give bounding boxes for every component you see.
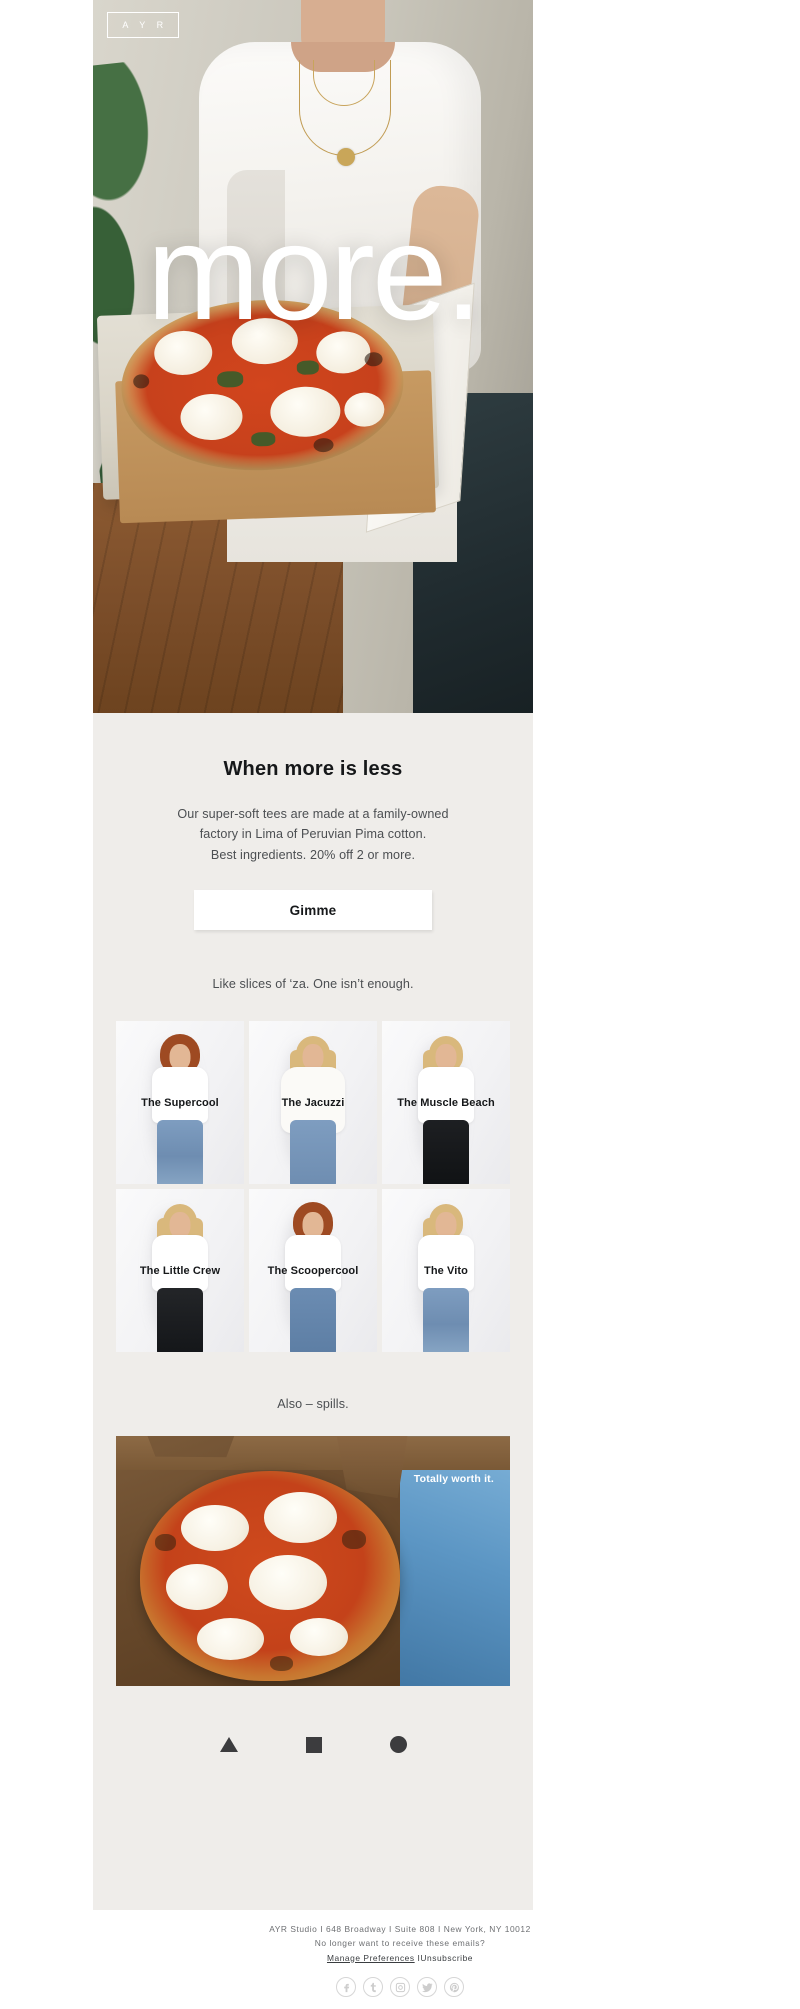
- square-shape-icon[interactable]: [305, 1736, 322, 1753]
- grid-subcopy: Like slices of ‘za. One isn’t enough.: [212, 977, 414, 992]
- unsubscribe-link[interactable]: Unsubscribe: [420, 1953, 473, 1963]
- ayr-logo[interactable]: A Y R: [107, 12, 179, 38]
- pinterest-icon[interactable]: [444, 1977, 464, 1997]
- model-tee: [418, 1067, 474, 1124]
- hero-headline: more.: [146, 196, 483, 348]
- model-tee: [285, 1235, 341, 1292]
- spills-photo[interactable]: Totally worth it.: [116, 1436, 510, 1687]
- model-pendant: [337, 148, 355, 166]
- product-card-supercool[interactable]: The Supercool: [116, 1021, 244, 1185]
- spills-copy: Also – spills.: [277, 1397, 349, 1412]
- cta-container: Gimme: [93, 865, 533, 931]
- footer-links: Manage Preferences IUnsubscribe: [0, 1951, 800, 1965]
- body-copy-line-1: Our super-soft tees are made at a family…: [177, 807, 449, 821]
- footer-optout-question: No longer want to receive these emails?: [314, 1938, 486, 1949]
- model-jeans: [290, 1120, 336, 1185]
- tumblr-icon[interactable]: [363, 1977, 383, 1997]
- product-card-muscle-beach[interactable]: The Muscle Beach: [382, 1021, 510, 1185]
- model-tee: [152, 1235, 208, 1292]
- twitter-icon[interactable]: [417, 1977, 437, 1997]
- product-name: The Muscle Beach: [397, 1096, 495, 1109]
- email-footer: AYR Studio I 648 Broadway I Suite 808 I …: [0, 1909, 800, 2009]
- model-jeans: [423, 1288, 469, 1353]
- product-card-vito[interactable]: The Vito: [382, 1189, 510, 1353]
- triangle-shape-icon[interactable]: [219, 1737, 238, 1753]
- body-copy: Our super-soft tees are made at a family…: [93, 781, 533, 865]
- model-jeans: [157, 1120, 203, 1185]
- facebook-icon[interactable]: [336, 1977, 356, 1997]
- model-tee: [152, 1067, 208, 1124]
- model-jeans: [290, 1288, 336, 1353]
- circle-shape-icon[interactable]: [389, 1736, 407, 1754]
- social-links: [0, 1965, 800, 1997]
- product-name: The Little Crew: [139, 1264, 221, 1277]
- product-card-little-crew[interactable]: The Little Crew: [116, 1189, 244, 1353]
- product-grid: The Supercool The Jacuzzi The Muscle Bea…: [93, 991, 533, 1353]
- hero-banner[interactable]: A Y R more.: [93, 0, 533, 713]
- gimme-button[interactable]: Gimme: [194, 890, 432, 931]
- shapes-row: [93, 1686, 533, 1754]
- spills-caption: Totally worth it.: [413, 1473, 494, 1486]
- manage-preferences-link[interactable]: Manage Preferences: [327, 1953, 415, 1963]
- product-name: The Supercool: [141, 1096, 219, 1109]
- product-name: The Scoopercool: [267, 1264, 359, 1277]
- spills-pizza: [139, 1471, 400, 1682]
- product-name: The Jacuzzi: [281, 1096, 345, 1109]
- footer-address: AYR Studio I 648 Broadway I Suite 808 I …: [269, 1923, 531, 1934]
- product-name: The Vito: [424, 1264, 468, 1277]
- product-card-jacuzzi[interactable]: The Jacuzzi: [249, 1021, 377, 1185]
- hero-photo: [93, 0, 533, 713]
- product-card-scoopercool[interactable]: The Scoopercool: [249, 1189, 377, 1353]
- main-content: When more is less Our super-soft tees ar…: [93, 713, 533, 1754]
- ayr-logo-text: A Y R: [122, 20, 168, 30]
- model-black-jeans: [423, 1120, 469, 1185]
- spills-image-container: Totally worth it.: [93, 1411, 533, 1687]
- instagram-icon[interactable]: [390, 1977, 410, 1997]
- section-headline: When more is less: [223, 758, 403, 780]
- body-copy-line-2: factory in Lima of Peruvian Pima cotton.: [199, 827, 427, 842]
- model-tee: [418, 1235, 474, 1292]
- spills-box-flap: [336, 1436, 408, 1499]
- email-canvas: A Y R more. When more is less Our super-…: [0, 0, 800, 2009]
- model-black-jeans: [157, 1288, 203, 1353]
- body-copy-line-3: Best ingredients. 20% off 2 or more.: [210, 847, 416, 862]
- email-body: A Y R more. When more is less Our super-…: [93, 0, 533, 2009]
